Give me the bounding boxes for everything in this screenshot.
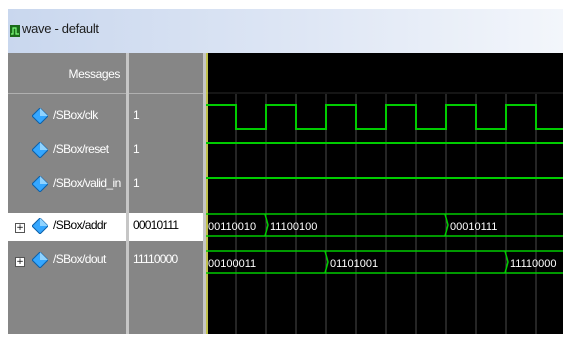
signal-values-pane: 1 1 1 00010111 11110000 bbox=[129, 53, 203, 334]
signal-diamond-icon bbox=[32, 108, 48, 124]
signal-name: /SBox/reset bbox=[53, 142, 109, 156]
window-title: wave - default bbox=[22, 21, 99, 36]
values-header bbox=[129, 53, 203, 94]
expand-toggle[interactable]: + bbox=[15, 223, 25, 233]
waveform-pane[interactable]: 00110010 11100100 00010111 00100011 0110… bbox=[206, 53, 563, 334]
signal-diamond-icon bbox=[32, 252, 48, 268]
wave-app-icon bbox=[10, 25, 20, 37]
signal-name: /SBox/dout bbox=[53, 252, 106, 266]
signal-row-reset[interactable]: /SBox/reset bbox=[8, 137, 126, 165]
signal-value: 1 bbox=[133, 108, 140, 122]
addr-segment-label: 00110010 bbox=[208, 221, 256, 233]
signal-name: /SBox/clk bbox=[53, 108, 98, 122]
signal-diamond-icon bbox=[32, 218, 48, 234]
signal-name: /SBox/valid_in bbox=[53, 176, 121, 190]
signal-value: 1 bbox=[133, 142, 140, 156]
signal-name: /SBox/addr bbox=[53, 218, 107, 232]
wave-window: wave - default Messages /SBox/clk /SBox/… bbox=[0, 0, 563, 334]
dout-segment-label: 11110000 bbox=[510, 258, 557, 270]
value-row-valid-in: 1 bbox=[129, 171, 203, 199]
dout-segment-label: 01101001 bbox=[330, 258, 378, 270]
messages-label: Messages bbox=[68, 67, 121, 81]
value-row-reset: 1 bbox=[129, 137, 203, 165]
messages-header: Messages bbox=[8, 53, 126, 94]
addr-segment-label: 11100100 bbox=[270, 221, 317, 233]
addr-segment-label: 00010111 bbox=[450, 221, 497, 233]
dout-bus: 00100011 01101001 11110000 bbox=[206, 250, 563, 274]
expand-toggle[interactable]: + bbox=[15, 257, 25, 267]
signal-names-pane: Messages /SBox/clk /SBox/reset /SBox/val… bbox=[8, 53, 126, 334]
signal-diamond-icon bbox=[32, 142, 48, 158]
addr-bus: 00110010 11100100 00010111 bbox=[206, 213, 563, 237]
wave-panes: Messages /SBox/clk /SBox/reset /SBox/val… bbox=[8, 53, 563, 334]
signal-value: 00010111 bbox=[133, 218, 179, 232]
signal-value: 11110000 bbox=[133, 252, 178, 266]
dout-segment-label: 00100011 bbox=[208, 258, 256, 270]
signal-row-clk[interactable]: /SBox/clk bbox=[8, 103, 126, 131]
waveform-canvas[interactable]: 00110010 11100100 00010111 00100011 0110… bbox=[206, 53, 563, 334]
value-row-addr: 00010111 bbox=[129, 213, 203, 241]
signal-row-dout[interactable]: + /SBox/dout bbox=[8, 247, 126, 275]
signal-row-valid-in[interactable]: /SBox/valid_in bbox=[8, 171, 126, 199]
clk-waveform bbox=[206, 104, 563, 130]
title-bar[interactable]: wave - default bbox=[8, 9, 563, 53]
signal-value: 1 bbox=[133, 176, 140, 190]
value-row-clk: 1 bbox=[129, 103, 203, 131]
value-row-dout: 11110000 bbox=[129, 247, 203, 275]
signal-row-addr[interactable]: + /SBox/addr bbox=[8, 213, 126, 241]
signal-diamond-icon bbox=[32, 176, 48, 192]
